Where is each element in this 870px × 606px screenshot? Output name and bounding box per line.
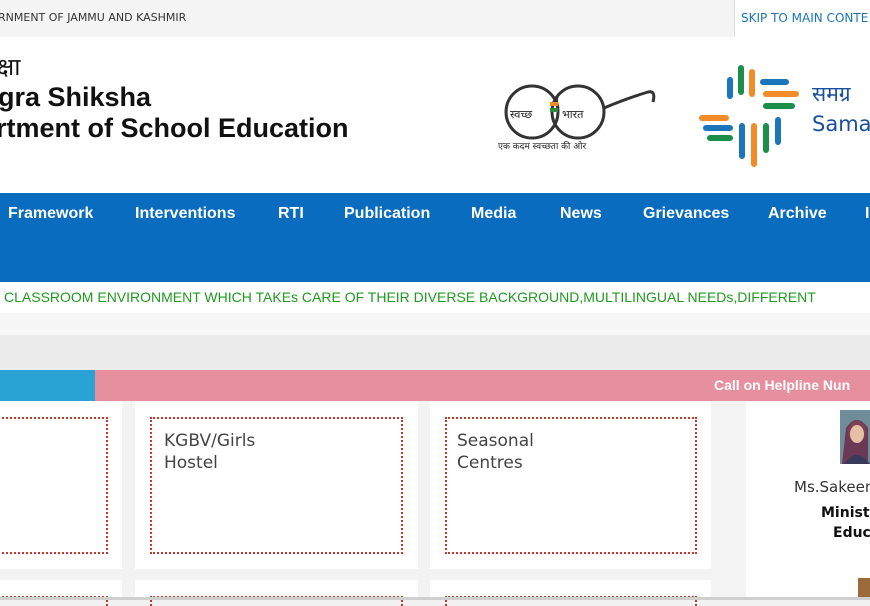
card-label-line2: Centres — [457, 453, 523, 473]
minister-department: Educ — [833, 525, 870, 541]
swachh-left-text: स्वच्छ — [510, 108, 532, 121]
card-kgbv-hostel[interactable]: KGBV/Girls Hostel — [135, 401, 418, 569]
nav-grievances[interactable]: Grievances — [643, 205, 729, 223]
nav-archive[interactable]: Archive — [768, 205, 827, 223]
card-label-line1: KGBV/Girls — [164, 431, 256, 451]
nav-more[interactable]: I — [865, 205, 869, 223]
card-label-line1: Seasonal — [457, 431, 534, 451]
site-title-hindi: क्षा — [0, 53, 21, 81]
helpline-bar-label — [0, 370, 95, 401]
minister-photo — [840, 410, 870, 464]
card-intervention-1[interactable] — [0, 401, 122, 569]
nav-publication[interactable]: Publication — [344, 205, 430, 223]
samagra-shiksha-logo — [699, 65, 799, 167]
nav-media[interactable]: Media — [471, 205, 516, 223]
minister-name: Ms.Sakeen — [794, 478, 870, 496]
nav-news[interactable]: News — [560, 205, 602, 223]
samagra-hindi-wordmark: समग्र — [812, 82, 851, 106]
helpline-text[interactable]: Call on Helpline Nun — [714, 377, 850, 393]
samagra-english-wordmark: Sama — [812, 112, 870, 136]
card-seasonal-centres[interactable]: Seasonal Centres — [430, 401, 711, 569]
main-navigation — [0, 193, 870, 282]
swachh-tagline: एक कदम स्वच्छता की ओर — [498, 142, 587, 152]
government-label: RNMENT OF JAMMU AND KASHMIR — [0, 11, 187, 24]
site-title[interactable]: gra Shiksha — [0, 82, 151, 113]
site-subtitle: rtment of School Education — [0, 113, 349, 143]
nav-framework[interactable]: Framework — [8, 205, 93, 223]
nav-rti[interactable]: RTI — [278, 205, 304, 223]
minister-role: Ministe — [821, 505, 870, 521]
news-ticker-text[interactable]: CLASSROOM ENVIRONMENT WHICH TAKEs CARE O… — [4, 289, 816, 305]
spacer-band — [0, 313, 870, 335]
skip-to-main-content-link[interactable]: SKIP TO MAIN CONTE — [734, 0, 870, 37]
card-label-line2: Hostel — [164, 453, 218, 473]
spacer-band-dark — [0, 335, 870, 370]
swachh-right-text: भारत — [562, 108, 584, 121]
card-border — [0, 417, 108, 554]
nav-interventions[interactable]: Interventions — [135, 205, 235, 223]
